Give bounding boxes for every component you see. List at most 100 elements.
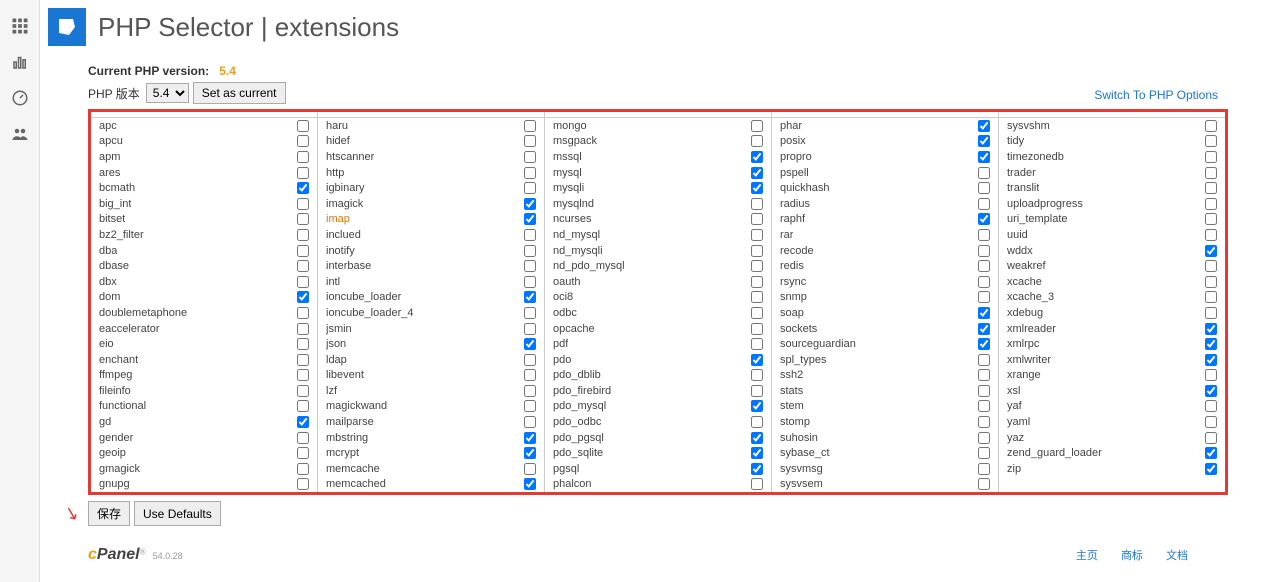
extension-checkbox[interactable]: [978, 182, 990, 194]
extension-checkbox[interactable]: [978, 400, 990, 412]
extension-checkbox[interactable]: [978, 432, 990, 444]
footer-link-home[interactable]: 主页: [1076, 550, 1098, 562]
extension-name[interactable]: ncurses: [553, 213, 592, 225]
extension-name[interactable]: mysql: [553, 167, 582, 179]
extension-name[interactable]: enchant: [99, 354, 138, 366]
extension-checkbox[interactable]: [297, 307, 309, 319]
extension-name[interactable]: quickhash: [780, 182, 830, 194]
extension-checkbox[interactable]: [978, 276, 990, 288]
extension-checkbox[interactable]: [524, 432, 536, 444]
extension-name[interactable]: bcmath: [99, 182, 135, 194]
extension-name[interactable]: imagick: [326, 198, 363, 210]
extension-name[interactable]: intl: [326, 276, 340, 288]
extension-name[interactable]: yaml: [1007, 416, 1030, 428]
extension-name[interactable]: interbase: [326, 260, 371, 272]
extension-checkbox[interactable]: [978, 323, 990, 335]
extension-checkbox[interactable]: [978, 385, 990, 397]
extension-checkbox[interactable]: [751, 385, 763, 397]
extension-checkbox[interactable]: [978, 291, 990, 303]
extension-checkbox[interactable]: [524, 323, 536, 335]
extension-checkbox[interactable]: [751, 323, 763, 335]
extension-checkbox[interactable]: [751, 167, 763, 179]
extension-checkbox[interactable]: [751, 416, 763, 428]
extension-checkbox[interactable]: [524, 213, 536, 225]
extension-checkbox[interactable]: [524, 276, 536, 288]
extension-name[interactable]: magickwand: [326, 400, 387, 412]
extension-name[interactable]: big_int: [99, 198, 131, 210]
extension-name[interactable]: uploadprogress: [1007, 198, 1083, 210]
extension-checkbox[interactable]: [524, 135, 536, 147]
extension-name[interactable]: sysvshm: [1007, 120, 1050, 132]
extension-checkbox[interactable]: [1205, 354, 1217, 366]
extension-checkbox[interactable]: [297, 182, 309, 194]
extension-checkbox[interactable]: [978, 369, 990, 381]
extension-name[interactable]: nd_mysqli: [553, 245, 603, 257]
extension-checkbox[interactable]: [297, 400, 309, 412]
extension-name[interactable]: stem: [780, 400, 804, 412]
php-version-select[interactable]: 5.4: [146, 83, 189, 103]
extension-name[interactable]: bz2_filter: [99, 229, 144, 241]
extension-checkbox[interactable]: [297, 151, 309, 163]
extension-name[interactable]: phalcon: [553, 478, 592, 490]
extension-name[interactable]: rar: [780, 229, 793, 241]
extension-checkbox[interactable]: [1205, 135, 1217, 147]
extension-checkbox[interactable]: [297, 229, 309, 241]
extension-checkbox[interactable]: [978, 416, 990, 428]
extension-checkbox[interactable]: [524, 151, 536, 163]
extension-name[interactable]: timezonedb: [1007, 151, 1064, 163]
extension-checkbox[interactable]: [751, 213, 763, 225]
extension-name[interactable]: inotify: [326, 245, 355, 257]
extension-name[interactable]: apc: [99, 120, 117, 132]
extension-name[interactable]: yaf: [1007, 400, 1022, 412]
extension-name[interactable]: hidef: [326, 135, 350, 147]
extension-name[interactable]: snmp: [780, 291, 807, 303]
extension-name[interactable]: yaz: [1007, 432, 1024, 444]
extension-name[interactable]: stomp: [780, 416, 810, 428]
extension-name[interactable]: sourceguardian: [780, 338, 856, 350]
extension-name[interactable]: dom: [99, 291, 120, 303]
extension-name[interactable]: imap: [326, 213, 350, 225]
extension-name[interactable]: lzf: [326, 385, 337, 397]
extension-name[interactable]: libevent: [326, 369, 364, 381]
extension-name[interactable]: nd_pdo_mysql: [553, 260, 625, 272]
extension-name[interactable]: mysqli: [553, 182, 584, 194]
extension-name[interactable]: jsmin: [326, 323, 352, 335]
extension-checkbox[interactable]: [1205, 291, 1217, 303]
extension-checkbox[interactable]: [297, 120, 309, 132]
extension-name[interactable]: bitset: [99, 213, 125, 225]
extension-name[interactable]: pdo_dblib: [553, 369, 601, 381]
sidebar-stats-icon[interactable]: [0, 44, 40, 80]
extension-checkbox[interactable]: [297, 167, 309, 179]
extension-checkbox[interactable]: [751, 135, 763, 147]
extension-checkbox[interactable]: [978, 198, 990, 210]
extension-checkbox[interactable]: [751, 338, 763, 350]
extension-checkbox[interactable]: [524, 291, 536, 303]
extension-name[interactable]: xdebug: [1007, 307, 1043, 319]
extension-name[interactable]: suhosin: [780, 432, 818, 444]
extension-name[interactable]: ldap: [326, 354, 347, 366]
extension-checkbox[interactable]: [524, 354, 536, 366]
extension-name[interactable]: rsync: [780, 276, 806, 288]
extension-name[interactable]: xrange: [1007, 369, 1041, 381]
extension-checkbox[interactable]: [524, 260, 536, 272]
extension-name[interactable]: zip: [1007, 463, 1021, 475]
extension-name[interactable]: propro: [780, 151, 812, 163]
extension-checkbox[interactable]: [524, 338, 536, 350]
extension-checkbox[interactable]: [1205, 213, 1217, 225]
extension-name[interactable]: sysvsem: [780, 478, 823, 490]
extension-name[interactable]: tidy: [1007, 135, 1024, 147]
extension-checkbox[interactable]: [297, 260, 309, 272]
extension-name[interactable]: eaccelerator: [99, 323, 160, 335]
extension-name[interactable]: wddx: [1007, 245, 1033, 257]
extension-name[interactable]: memcache: [326, 463, 380, 475]
extension-name[interactable]: soap: [780, 307, 804, 319]
extension-name[interactable]: mysqlnd: [553, 198, 594, 210]
extension-name[interactable]: xcache_3: [1007, 291, 1054, 303]
extension-name[interactable]: http: [326, 167, 344, 179]
extension-checkbox[interactable]: [1205, 400, 1217, 412]
extension-checkbox[interactable]: [524, 369, 536, 381]
extension-name[interactable]: stats: [780, 385, 803, 397]
extension-checkbox[interactable]: [297, 478, 309, 490]
extension-name[interactable]: zend_guard_loader: [1007, 447, 1102, 459]
extension-name[interactable]: fileinfo: [99, 385, 131, 397]
